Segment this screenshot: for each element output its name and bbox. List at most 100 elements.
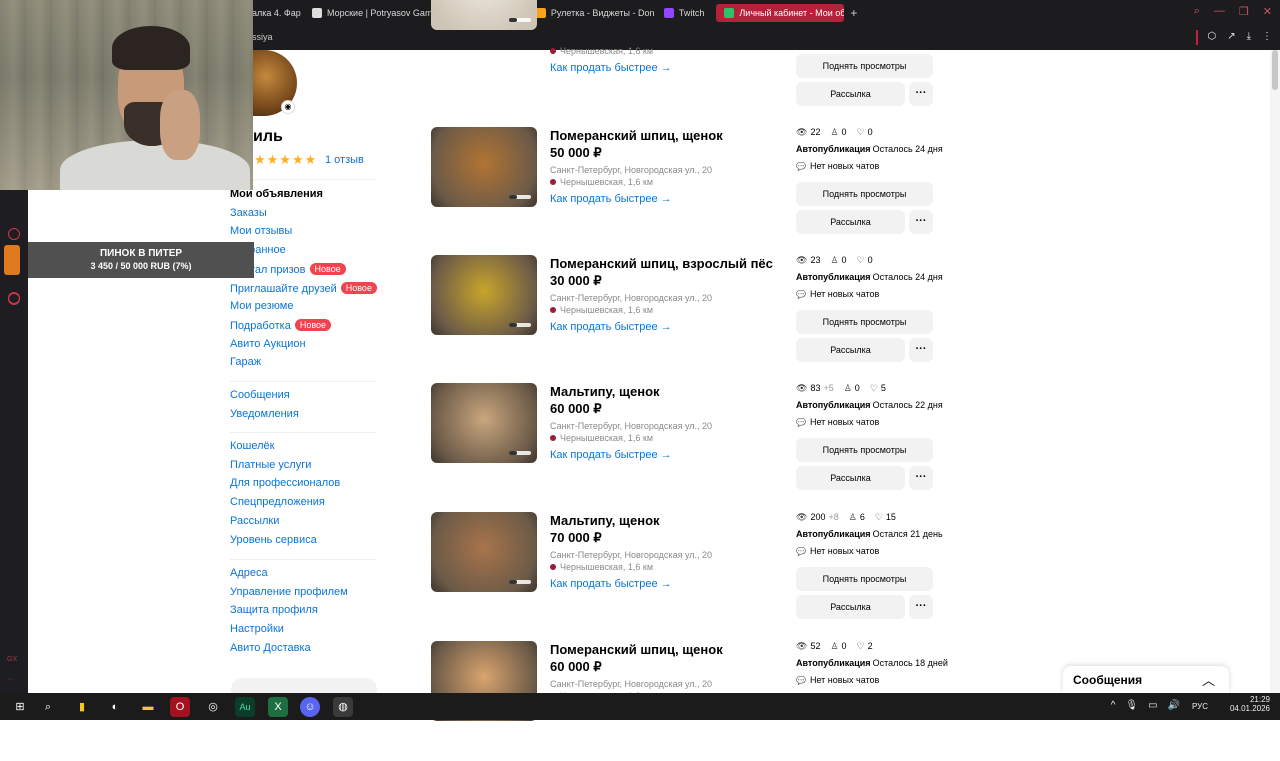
menu-item[interactable]: Спецпредложения — [230, 496, 325, 508]
excel-icon[interactable]: X — [268, 697, 288, 717]
scrollbar[interactable] — [1270, 50, 1280, 693]
mailing-button[interactable]: Рассылка — [796, 338, 905, 362]
browser-tab[interactable]: алка 4. Фар — [244, 0, 304, 26]
network-icon[interactable]: ▭ — [1148, 700, 1157, 711]
download-icon[interactable]: ⤓ — [1247, 31, 1251, 42]
menu-item[interactable]: Настройки — [230, 623, 284, 635]
scrollbar-thumb[interactable] — [1272, 50, 1278, 90]
menu-item[interactable]: Кошелёк — [230, 440, 274, 452]
reviews-link[interactable]: 1 отзыв — [325, 154, 364, 166]
listing-photo[interactable] — [431, 127, 537, 207]
listing-title[interactable]: Мальтипу, щенок — [550, 513, 660, 528]
more-options-button[interactable]: ··· — [909, 82, 933, 106]
clock[interactable]: 21:29 04.01.2026 — [1230, 695, 1270, 713]
app-icon[interactable]: ▮ — [72, 697, 92, 717]
listing-price: 60 000 ₽ — [550, 401, 602, 416]
sell-faster-link[interactable]: Как продать быстрее → — [550, 193, 672, 205]
eye-icon: 👁 — [796, 512, 808, 522]
menu-item[interactable]: Заказы — [230, 207, 267, 219]
sidebar-settings-icon[interactable] — [8, 293, 20, 305]
heart-icon: ♡ — [856, 255, 865, 265]
menu-item[interactable]: Уровень сервиса — [230, 534, 317, 546]
camera-icon[interactable]: ◉ — [281, 100, 295, 114]
messages-panel[interactable]: Сообщения ︿ — [1063, 666, 1229, 693]
browser-icon[interactable]: ◍ — [333, 697, 353, 717]
window-controls: ⌕ — ❐ ✕ — [1194, 5, 1272, 18]
menu-item[interactable]: Платные услуги — [230, 459, 311, 471]
menu-item[interactable]: Гараж — [230, 356, 261, 368]
sell-faster-link[interactable]: Как продать быстрее → — [550, 449, 672, 461]
menu-item[interactable]: Рассылки — [230, 515, 279, 527]
mailing-button[interactable]: Рассылка — [796, 595, 905, 619]
menu-item[interactable]: Приглашайте друзей Новое — [230, 281, 377, 295]
share-icon[interactable]: ↗ — [1227, 31, 1235, 42]
discord-icon[interactable]: ☺ — [300, 697, 320, 717]
menu-item[interactable]: Авито Доставка — [230, 642, 311, 654]
extensions-icon[interactable]: ⬡ — [1207, 31, 1216, 42]
raise-views-button[interactable]: Поднять просмотры — [796, 567, 933, 591]
menu-item[interactable]: Адреса — [230, 567, 268, 579]
more-options-button[interactable]: ··· — [909, 338, 933, 362]
listing-photo[interactable] — [431, 512, 537, 592]
mailing-button[interactable]: Рассылка — [796, 210, 905, 234]
menu-item[interactable]: Защита профиля — [230, 604, 318, 616]
raise-views-button[interactable]: Поднять просмотры — [796, 310, 933, 334]
browser-tab[interactable]: Морские | Potryasov Gam — [304, 0, 432, 26]
audition-icon[interactable]: Au — [235, 697, 255, 717]
search-icon[interactable]: ⌕ — [38, 697, 58, 717]
menu-item[interactable]: Мои резюме — [230, 300, 293, 312]
chats-label: Нет новых чатов — [809, 546, 880, 556]
sell-faster-link[interactable]: Как продать быстрее → — [550, 321, 672, 333]
volume-icon[interactable]: 🔊 — [1168, 700, 1180, 711]
mic-icon[interactable]: 🎙 — [1125, 700, 1138, 711]
menu-item[interactable]: Управление профилем — [230, 586, 348, 598]
listing-metro: Чернышевская, 1,6 км — [550, 177, 653, 187]
menu-item[interactable]: Для профессионалов — [230, 477, 340, 489]
minimize-icon[interactable]: — — [1214, 5, 1225, 18]
menu-icon[interactable]: ⋮ — [1262, 31, 1272, 42]
chats-status: 💬 Нет новых чатов — [796, 417, 879, 427]
menu-item-label: Управление профилем — [230, 585, 348, 598]
more-options-button[interactable]: ··· — [909, 466, 933, 490]
raise-views-button[interactable]: Поднять просмотры — [796, 54, 933, 78]
listing-photo[interactable] — [431, 383, 537, 463]
mailing-button[interactable]: Рассылка — [796, 466, 905, 490]
more-options-button[interactable]: ··· — [909, 210, 933, 234]
listing-title[interactable]: Померанский шпиц, взрослый пёс — [550, 256, 773, 271]
sell-faster-link[interactable]: Как продать быстрее → — [550, 62, 672, 74]
listing-title[interactable]: Мальтипу, щенок — [550, 384, 660, 399]
menu-item[interactable]: Сообщения — [230, 389, 290, 401]
windows-start-icon[interactable]: ⊞ — [10, 697, 30, 717]
folder-icon[interactable]: ▬ — [138, 697, 158, 717]
listing-title[interactable]: Померанский шпиц, щенок — [550, 128, 723, 143]
raise-views-button[interactable]: Поднять просмотры — [796, 182, 933, 206]
more-dots-icon[interactable]: ··· — [7, 676, 14, 683]
search-icon[interactable]: ⌕ — [1194, 5, 1200, 18]
listing-photo[interactable] — [431, 0, 537, 30]
menu-item[interactable]: Уведомления — [230, 408, 299, 420]
toolbar-divider — [1196, 30, 1198, 45]
close-icon[interactable]: ✕ — [1263, 5, 1272, 18]
sell-faster-link[interactable]: Как продать быстрее → — [550, 578, 672, 590]
app-icon[interactable]: ◐ — [105, 697, 125, 717]
language-indicator[interactable]: РУС — [1192, 702, 1208, 711]
listing-photo[interactable] — [431, 255, 537, 335]
chevron-up-icon[interactable]: ^ — [1111, 700, 1116, 711]
more-options-button[interactable]: ··· — [909, 595, 933, 619]
sidebar-add-icon[interactable] — [8, 228, 20, 240]
listing-title[interactable]: Померанский шпиц, щенок — [550, 642, 723, 657]
maximize-icon[interactable]: ❐ — [1239, 5, 1249, 18]
listing-card: Померанский шпиц, взрослый пёс 30 000 ₽ Са… — [431, 255, 951, 375]
menu-item[interactable]: Авито Аукцион — [230, 338, 306, 350]
favorites-stat: ♡ 2 — [857, 641, 873, 652]
metro-station: Чернышевская, 1,6 км — [560, 562, 654, 572]
opera-icon[interactable]: O — [170, 697, 190, 717]
autopublish-status: Автопубликация Осталось 24 дня — [796, 144, 943, 154]
listing-price: 50 000 ₽ — [550, 145, 602, 160]
chevron-up-icon[interactable]: ︿ — [1202, 670, 1215, 689]
menu-item[interactable]: Подработка Новое — [230, 318, 332, 332]
obs-icon[interactable]: ◎ — [203, 697, 223, 717]
raise-views-button[interactable]: Поднять просмотры — [796, 438, 933, 462]
menu-item[interactable]: Мои отзывы — [230, 225, 292, 237]
mailing-button[interactable]: Рассылка — [796, 82, 905, 106]
